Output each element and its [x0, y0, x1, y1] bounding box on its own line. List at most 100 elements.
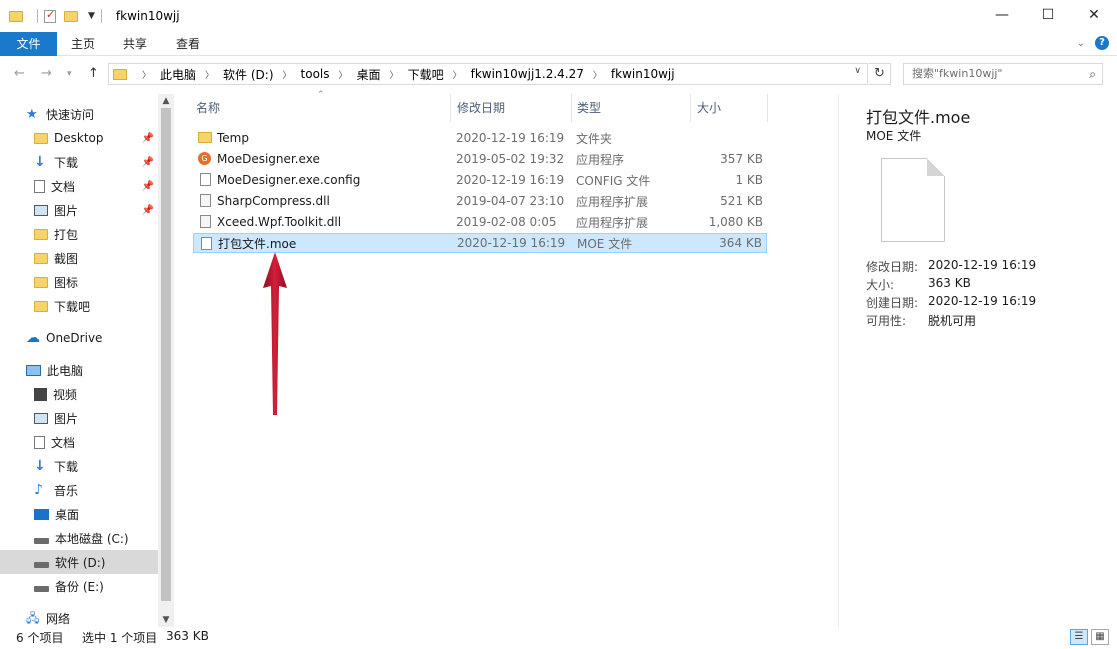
- nav-item-pack[interactable]: 打包: [0, 222, 158, 246]
- breadcrumb-item[interactable]: 此电脑: [160, 66, 196, 83]
- nav-item-music[interactable]: ♪ 音乐: [0, 478, 158, 502]
- folder-icon: [34, 252, 48, 264]
- column-header-type[interactable]: 类型: [571, 94, 691, 122]
- file-name: Xceed.Wpf.Toolkit.dll: [217, 215, 342, 229]
- column-header-date[interactable]: 修改日期: [451, 94, 571, 122]
- nav-onedrive[interactable]: ☁ OneDrive: [0, 326, 158, 350]
- drive-icon: [34, 537, 49, 544]
- nav-scrollbar[interactable]: ▲ ▼: [158, 94, 174, 627]
- breadcrumb-item[interactable]: 桌面: [357, 66, 381, 83]
- nav-item-desktop-pc[interactable]: 桌面: [0, 502, 158, 526]
- minimize-button[interactable]: —: [979, 0, 1025, 30]
- app-icon: G: [198, 152, 211, 165]
- chevron-right-icon[interactable]: 〉: [205, 68, 214, 81]
- desktop-icon: [34, 508, 49, 520]
- up-icon[interactable]: ↑: [88, 66, 99, 81]
- file-name: MoeDesigner.exe.config: [217, 173, 361, 187]
- nav-label: 图片: [54, 411, 79, 426]
- folder-icon: [34, 300, 48, 312]
- pin-icon: 📌: [141, 204, 154, 216]
- nav-item-icons[interactable]: 图标: [0, 270, 158, 294]
- nav-item-pc-downloads[interactable]: ↓ 下载: [0, 454, 158, 478]
- back-icon[interactable]: ←: [14, 66, 25, 81]
- drive-icon: [34, 561, 49, 568]
- column-divider[interactable]: [767, 94, 768, 122]
- breadcrumb-item[interactable]: fkwin10wjj: [611, 67, 675, 81]
- nav-item-pc-documents[interactable]: 文档: [0, 430, 158, 454]
- breadcrumb-item[interactable]: tools: [301, 67, 330, 81]
- annotation-arrow: [263, 252, 287, 415]
- maximize-button[interactable]: ☐: [1025, 0, 1071, 30]
- expand-ribbon-icon[interactable]: ⌄: [1077, 38, 1085, 49]
- nav-this-pc[interactable]: 此电脑: [0, 358, 158, 382]
- chevron-right-icon[interactable]: 〉: [283, 68, 292, 81]
- file-size: 521 KB: [720, 194, 763, 208]
- item-count: 6 个项目: [16, 631, 64, 645]
- chevron-right-icon[interactable]: 〉: [390, 68, 399, 81]
- file-row[interactable]: SharpCompress.dll 2019-04-07 23:10 应用程序扩…: [193, 191, 767, 211]
- file-row[interactable]: Xceed.Wpf.Toolkit.dll 2019-02-08 0:05 应用…: [193, 212, 767, 232]
- tab-view[interactable]: 查看: [176, 32, 200, 56]
- nav-item-documents[interactable]: 文档 📌: [0, 174, 158, 198]
- column-header-name[interactable]: 名称: [190, 94, 450, 122]
- breadcrumb-item[interactable]: 软件 (D:): [223, 66, 273, 83]
- tab-share[interactable]: 共享: [123, 32, 147, 56]
- tab-home[interactable]: 主页: [71, 32, 95, 56]
- help-icon[interactable]: ?: [1095, 36, 1109, 50]
- details-view-icon[interactable]: ☰: [1070, 629, 1088, 645]
- scrollbar-thumb[interactable]: [161, 108, 171, 601]
- nav-item-screenshots[interactable]: 截图: [0, 246, 158, 270]
- search-input[interactable]: 搜索"fkwin10wjj" ⌕: [903, 63, 1103, 85]
- nav-item-drive-e[interactable]: 备份 (E:): [0, 574, 158, 598]
- scroll-up-icon[interactable]: ▲: [158, 96, 174, 106]
- download-icon: ↓: [34, 153, 46, 170]
- breadcrumb-item[interactable]: fkwin10wjj1.2.4.27: [471, 67, 584, 81]
- folder-icon[interactable]: [9, 10, 23, 22]
- nav-item-videos[interactable]: 视频: [0, 382, 158, 406]
- file-row[interactable]: MoeDesigner.exe.config 2020-12-19 16:19 …: [193, 170, 767, 190]
- preview-prop-label: 修改日期:: [866, 260, 919, 274]
- divider: [37, 9, 38, 23]
- tab-file[interactable]: 文件: [0, 32, 57, 56]
- nav-item-drive-c[interactable]: 本地磁盘 (C:): [0, 526, 158, 550]
- recent-locations-icon[interactable]: ▾: [67, 69, 72, 79]
- chevron-right-icon[interactable]: 〉: [339, 68, 348, 81]
- chevron-right-icon[interactable]: 〉: [593, 68, 602, 81]
- picture-icon: [34, 412, 48, 424]
- large-icons-view-icon[interactable]: ▦: [1091, 629, 1109, 645]
- address-bar[interactable]: 〉此电脑 〉软件 (D:) 〉 tools 〉桌面 〉下载吧 〉 fkwin10wj…: [108, 63, 868, 85]
- file-row[interactable]: Temp 2020-12-19 16:19 文件夹: [193, 128, 767, 148]
- folder-icon: [198, 132, 212, 143]
- divider: [100, 9, 102, 23]
- nav-item-downloads[interactable]: ↓ 下载 📌: [0, 150, 158, 174]
- search-placeholder: 搜索"fkwin10wjj": [912, 67, 1003, 80]
- new-folder-icon[interactable]: [64, 10, 78, 22]
- picture-icon: [34, 204, 48, 216]
- properties-icon[interactable]: [44, 8, 56, 23]
- nav-item-pictures[interactable]: 图片 📌: [0, 198, 158, 222]
- breadcrumb-item[interactable]: 下载吧: [408, 66, 444, 83]
- search-icon[interactable]: ⌕: [1089, 64, 1096, 84]
- nav-item-xiazaiba[interactable]: 下载吧: [0, 294, 158, 318]
- nav-item-drive-d[interactable]: 软件 (D:): [0, 550, 158, 574]
- customize-toolbar-dropdown-icon[interactable]: ▼: [88, 11, 95, 21]
- close-button[interactable]: ✕: [1071, 0, 1117, 30]
- nav-quick-access[interactable]: ★ 快速访问: [0, 102, 158, 126]
- refresh-button[interactable]: ↻: [869, 63, 891, 85]
- column-header-size[interactable]: 大小: [691, 94, 767, 122]
- file-type: 应用程序扩展: [576, 215, 649, 230]
- file-row[interactable]: G MoeDesigner.exe 2019-05-02 19:32 应用程序 …: [193, 149, 767, 169]
- scroll-down-icon[interactable]: ▼: [158, 615, 174, 625]
- window-title: fkwin10wjj: [115, 9, 180, 23]
- chevron-right-icon[interactable]: 〉: [142, 68, 151, 81]
- selection-count: 选中 1 个项目: [82, 631, 158, 645]
- forward-icon[interactable]: →: [41, 66, 52, 81]
- nav-item-pc-pictures[interactable]: 图片: [0, 406, 158, 430]
- window-controls: — ☐ ✕: [979, 0, 1117, 30]
- address-history-dropdown-icon[interactable]: ∨: [854, 66, 861, 76]
- nav-label: 图片: [54, 203, 79, 218]
- selection-size: 363 KB: [166, 629, 209, 643]
- chevron-right-icon[interactable]: 〉: [453, 68, 462, 81]
- file-type: CONFIG 文件: [576, 173, 651, 188]
- nav-item-desktop[interactable]: Desktop 📌: [0, 126, 158, 150]
